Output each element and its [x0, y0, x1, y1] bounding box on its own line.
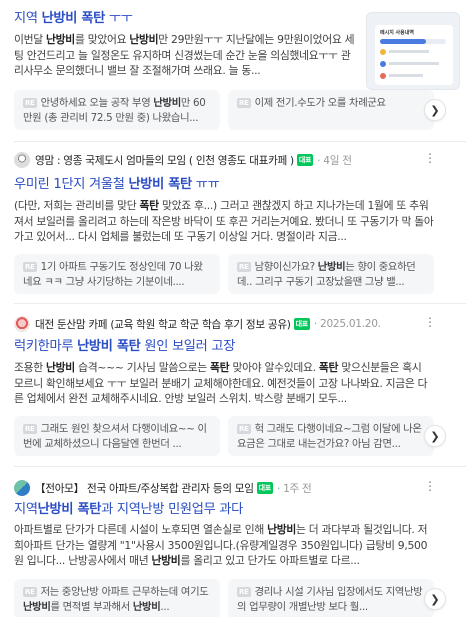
reply-snippet[interactable]: RE 이제 전기.수도가 오를 차례군요: [228, 90, 434, 130]
thumbnail-screen: 메시지 사용내역: [375, 25, 453, 85]
cafe-badge: 대표: [296, 154, 314, 166]
re-badge: RE: [237, 424, 251, 434]
next-replies-button[interactable]: ❯: [424, 425, 446, 447]
reply-list: RE 1기 아파트 구동기도 정상인데 70 나왔네요 ㅋㅋ 그냥 사기당하는 기…: [14, 254, 434, 294]
chevron-right-icon: ❯: [430, 592, 440, 606]
post-title[interactable]: 럭키한마루 난방비 폭탄 원인 보일러 고장: [14, 338, 434, 355]
more-icon[interactable]: ⋮: [424, 151, 436, 165]
cafe-avatar-icon[interactable]: [14, 480, 30, 496]
reply-snippet[interactable]: RE 그래도 원인 찾으셔서 다행이네요~~ 이번에 교체하셨으니 다음달엔 한번…: [14, 416, 220, 456]
cafe-name[interactable]: 영맘 : 영종 국제도시 엄마들의 모임 ( 인천 영종도 대표카페 ): [35, 153, 294, 168]
thumbnail-title: 메시지 사용내역: [380, 30, 414, 36]
post-title[interactable]: 우미린 1단지 겨울철 난방비 폭탄 ㅠㅠ: [14, 176, 434, 193]
cafe-badge: 대표: [256, 482, 273, 494]
post-date: · 2025.01.20.: [313, 318, 381, 330]
reply-snippet[interactable]: RE 1기 아파트 구동기도 정상인데 70 나왔네요 ㅋㅋ 그냥 사기당하는 기…: [14, 254, 220, 294]
more-icon[interactable]: ⋮: [424, 315, 436, 329]
reply-list: RE 안녕하세요 오늘 공작 부영 난방비만 60만원 (총 관리비 72.5 만…: [14, 90, 434, 130]
reply-snippet[interactable]: RE 남향이신가요? 난방비는 향이 중요하던데.. 그리구 구동기 고장났을땐 …: [228, 254, 434, 294]
cafe-badge: 대표: [293, 318, 310, 330]
chevron-right-icon: ❯: [430, 429, 440, 443]
reply-snippet[interactable]: RE 경리나 시설 기사님 입장에서도 지역난방의 업무량이 개별난방 보다 훨.…: [228, 579, 434, 617]
thumbnail-dot: [380, 49, 386, 55]
more-icon[interactable]: ⋮: [424, 479, 436, 493]
reply-snippet[interactable]: RE 안녕하세요 오늘 공작 부영 난방비만 60만원 (총 관리비 72.5 만…: [14, 90, 220, 130]
re-badge: RE: [23, 98, 37, 108]
thumbnail-bar: [380, 39, 446, 44]
post-date: · 4일 전: [317, 154, 352, 167]
post-description: (다만, 저희는 관리비를 맞단 폭탄 맞았죠 후...) 그러고 괜찮겠지 하…: [14, 199, 434, 243]
post-title[interactable]: 지역난방비 폭탄과 지역난방 민원업무 과다: [14, 501, 434, 518]
re-badge: RE: [23, 424, 37, 434]
next-replies-button[interactable]: ❯: [424, 99, 446, 121]
cafe-avatar-icon[interactable]: [14, 152, 30, 168]
post-description: 이번달 난방비를 맞았어요 난방비만 29만원ㅜㅜ 지난달에는 9만원이었어요 …: [14, 33, 355, 77]
chevron-right-icon: ❯: [430, 103, 440, 117]
reply-list: RE 저는 중앙난방 아파트 근무하는데 여기도 난방비를 면적별 부과해서 난방…: [14, 579, 434, 617]
post-source: 대전 둔산맘 카페 (교육 학원 학교 학군 학습 후기 정보 공유) 대표 ·…: [14, 316, 381, 332]
re-badge: RE: [237, 262, 251, 272]
cafe-avatar-icon[interactable]: [14, 316, 30, 332]
post-description: 아파트별로 단가가 다른데 시설이 노후되면 열손실로 인해 난방비는 더 과다…: [14, 523, 428, 567]
re-badge: RE: [23, 262, 37, 272]
reply-snippet[interactable]: RE 저는 중앙난방 아파트 근무하는데 여기도 난방비를 면적별 부과해서 난방…: [14, 579, 220, 617]
post-thumbnail[interactable]: 메시지 사용내역: [366, 12, 460, 90]
cafe-name[interactable]: 대전 둔산맘 카페 (교육 학원 학교 학군 학습 후기 정보 공유): [35, 317, 291, 332]
post-description: 조용한 난방비 습격~~~ 기사님 말씀으로는 폭탄 맞아야 알수있데요. 폭탄…: [14, 361, 428, 405]
divider: [14, 303, 466, 304]
post-source: 영맘 : 영종 국제도시 엄마들의 모임 ( 인천 영종도 대표카페 ) 대표 …: [14, 152, 352, 168]
reply-snippet[interactable]: RE 헉 그래도 다행이네요~그럼 이달에 나온 요금은 그대로 내는건가요? 아…: [228, 416, 434, 456]
divider: [14, 466, 466, 467]
search-results: 지역 난방비 폭탄 ㅜㅜ 이번달 난방비를 맞았어요 난방비만 29만원ㅜㅜ 지…: [0, 0, 466, 617]
re-badge: RE: [23, 587, 37, 597]
post-source: 【전아모】 전국 아파트/주상복합 관리자 등의 모임 대표 · 1주 전: [14, 480, 312, 496]
cafe-name[interactable]: 【전아모】 전국 아파트/주상복합 관리자 등의 모임: [35, 481, 254, 496]
re-badge: RE: [237, 98, 251, 108]
next-replies-button[interactable]: ❯: [424, 588, 446, 610]
divider: [14, 141, 466, 142]
reply-list: RE 그래도 원인 찾으셔서 다행이네요~~ 이번에 교체하셨으니 다음달엔 한번…: [14, 416, 434, 456]
re-badge: RE: [237, 587, 251, 597]
post-title[interactable]: 지역 난방비 폭탄 ㅜㅜ: [14, 10, 359, 27]
post-date: · 1주 전: [276, 482, 312, 495]
